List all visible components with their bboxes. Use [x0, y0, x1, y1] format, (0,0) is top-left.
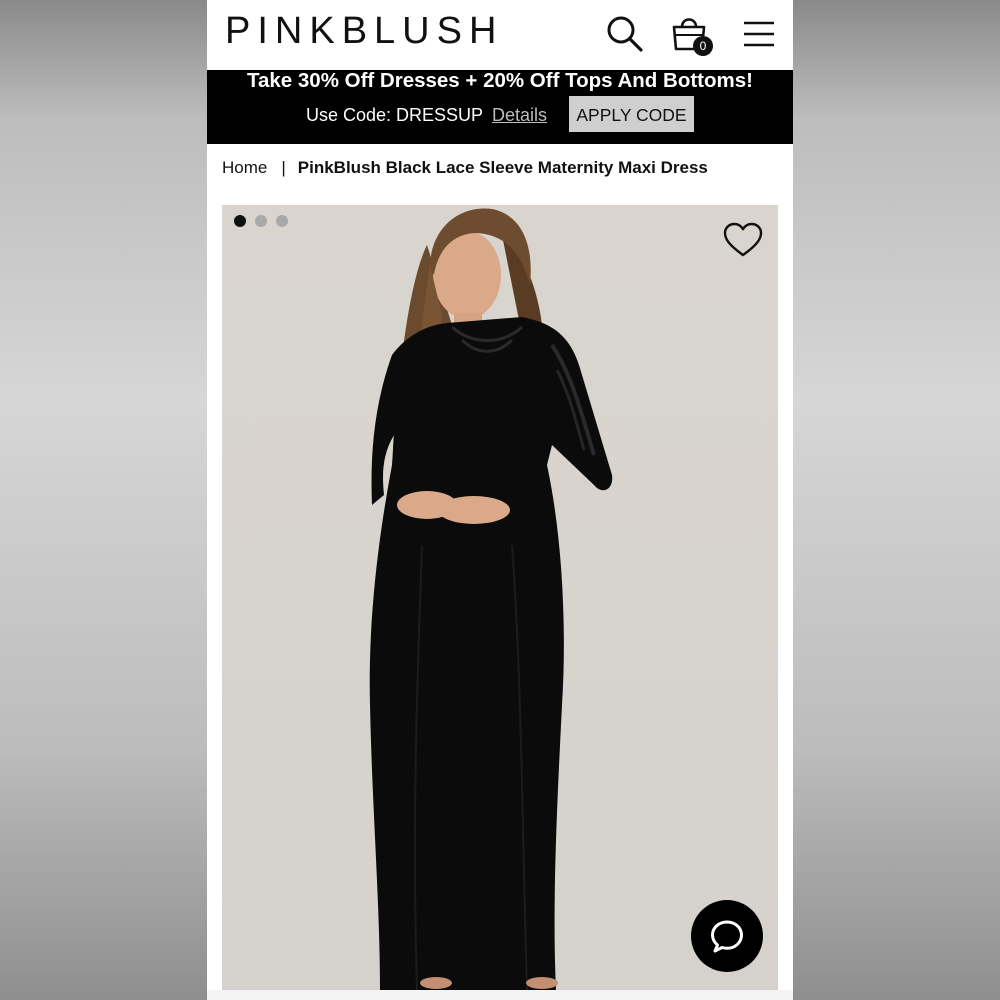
phone-screen: PINKBLUSH 0 Take 30% Off Dresses + 20% O…	[207, 0, 793, 1000]
promo-details-link[interactable]: Details	[492, 103, 547, 127]
bottom-strip	[207, 990, 793, 1000]
product-photo-model	[369, 208, 613, 990]
breadcrumb-current: PinkBlush Black Lace Sleeve Maternity Ma…	[297, 158, 708, 177]
cart-count-badge: 0	[693, 36, 713, 56]
product-image[interactable]	[222, 205, 778, 990]
site-header: PINKBLUSH 0	[207, 0, 793, 70]
chat-button[interactable]	[691, 900, 763, 972]
cart-button[interactable]: 0	[667, 12, 713, 56]
gallery-pagination	[234, 215, 288, 227]
heart-outline-icon	[723, 222, 763, 257]
gallery-dot-2[interactable]	[255, 215, 267, 227]
gallery-dot-1[interactable]	[234, 215, 246, 227]
breadcrumb: Home | PinkBlush Black Lace Sleeve Materni…	[222, 156, 708, 180]
site-logo[interactable]: PINKBLUSH	[225, 6, 503, 56]
gallery-dot-3[interactable]	[276, 215, 288, 227]
promo-title: Take 30% Off Dresses + 20% Off Tops And …	[247, 69, 753, 92]
background-left	[0, 0, 207, 1000]
promo-code-text: Use Code: DRESSUP	[306, 105, 484, 125]
apply-code-button[interactable]: APPLY CODE	[569, 96, 694, 132]
breadcrumb-home-link[interactable]: Home	[222, 158, 267, 177]
hamburger-menu-icon	[744, 21, 774, 47]
promo-banner: Take 30% Off Dresses + 20% Off Tops And …	[207, 69, 793, 144]
search-button[interactable]	[603, 12, 647, 56]
menu-button[interactable]	[737, 12, 781, 56]
background-right	[793, 0, 1000, 1000]
search-icon	[607, 16, 643, 52]
breadcrumb-separator: |	[281, 158, 286, 177]
chat-bubble-icon	[711, 920, 743, 953]
favorite-button[interactable]	[720, 217, 766, 263]
